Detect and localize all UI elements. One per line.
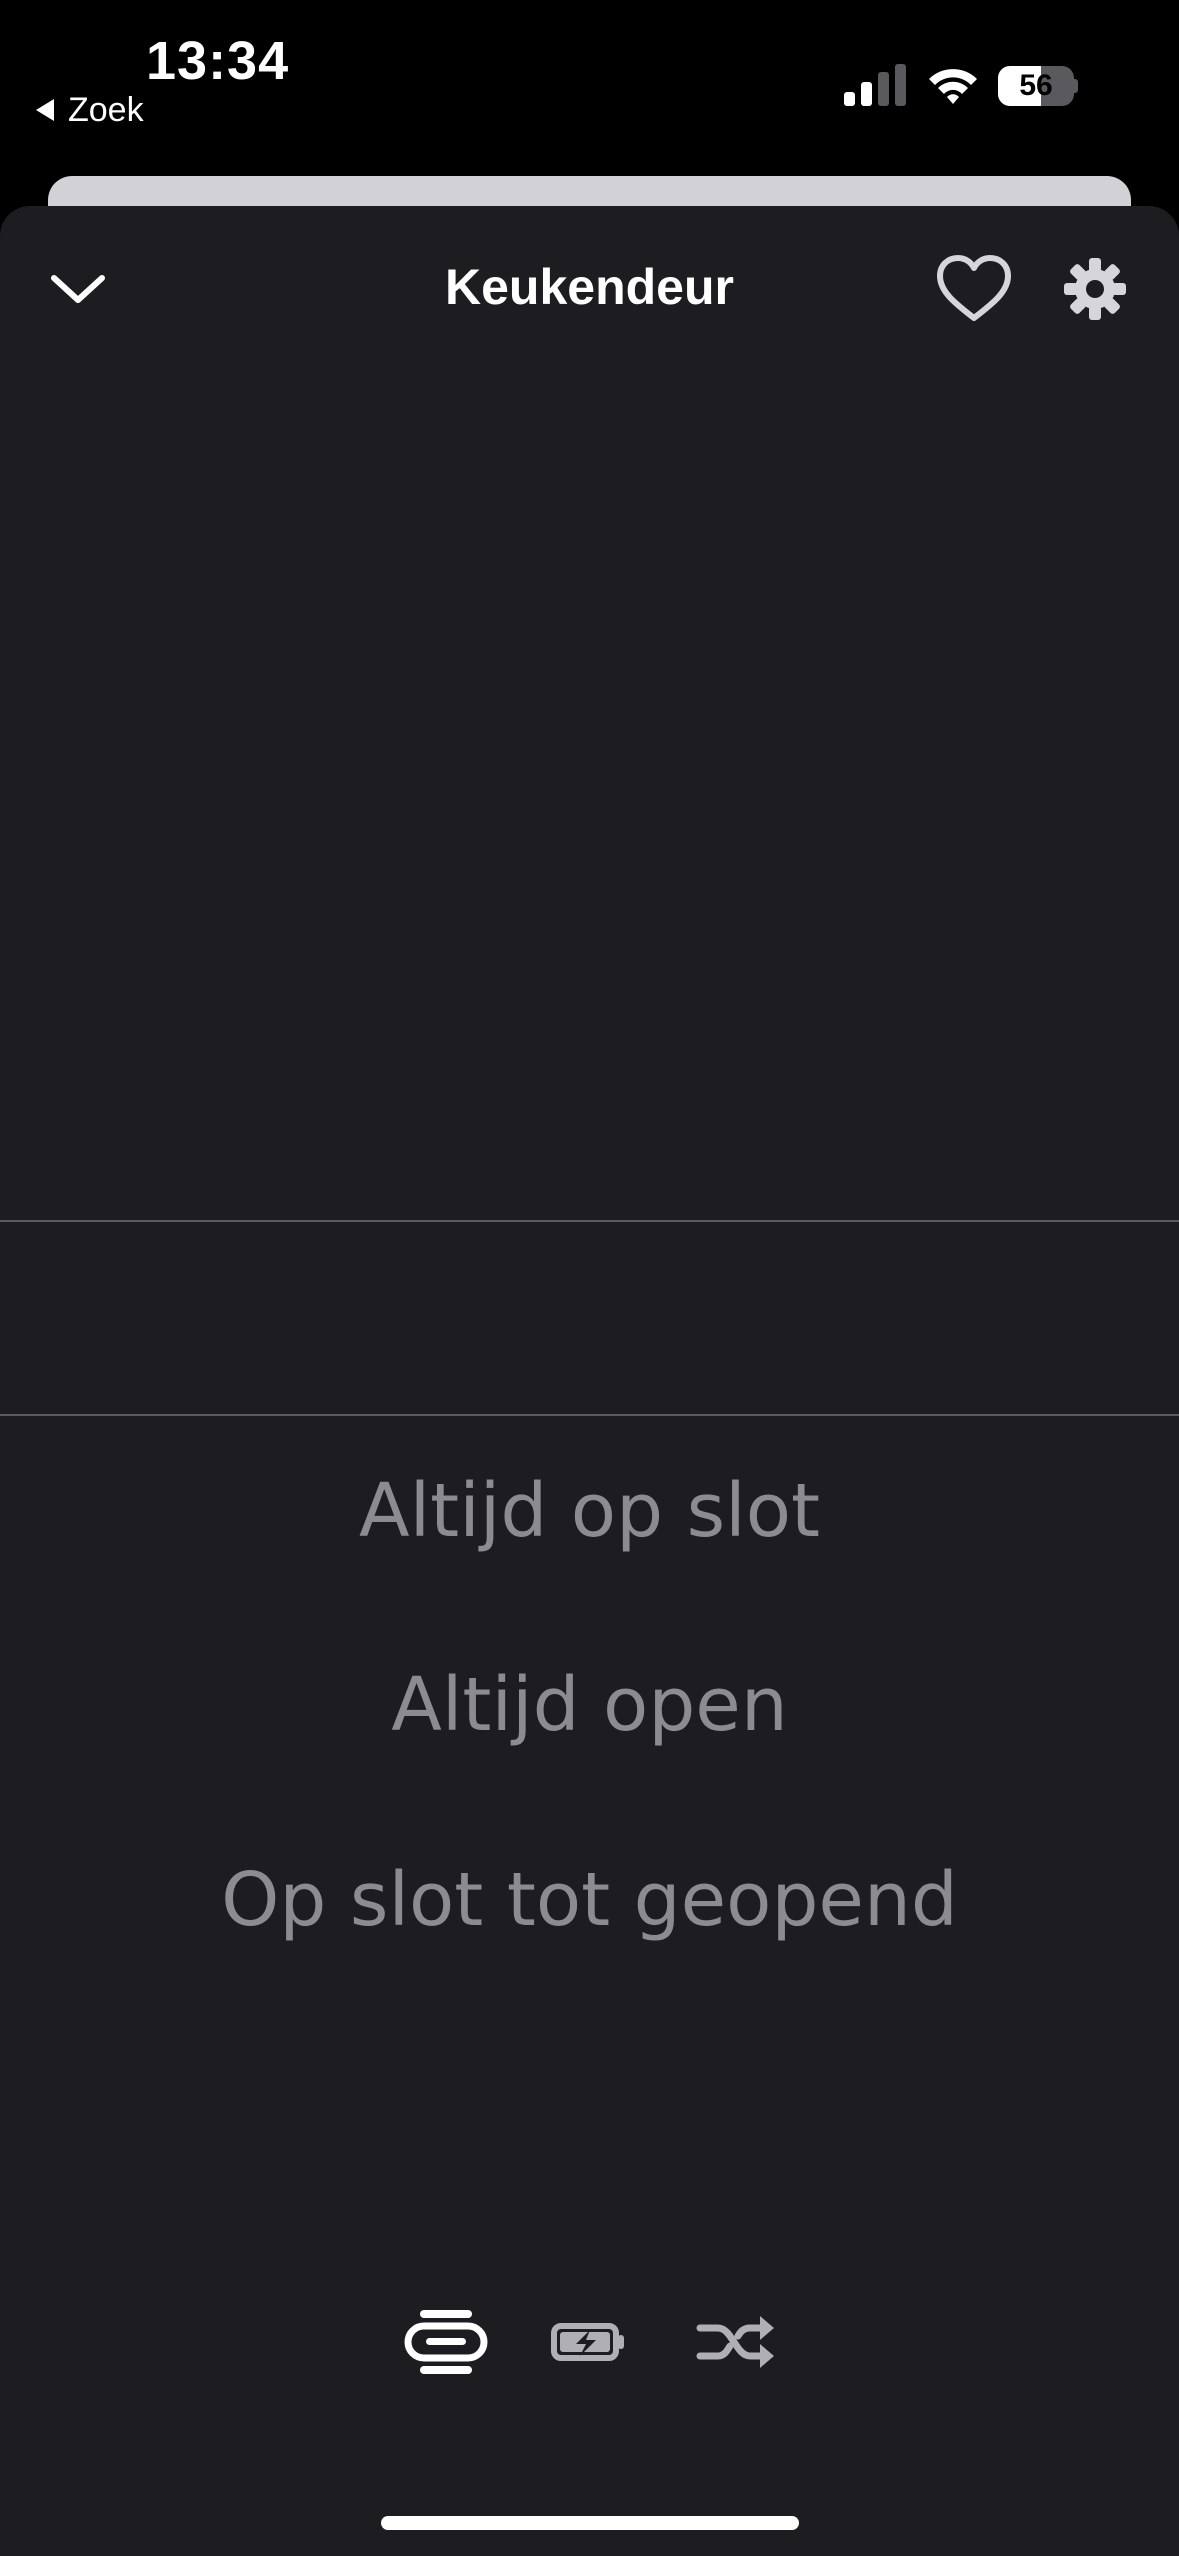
screen: 13:34 Zoek 56 Keukendeur Altijd op slot … bbox=[0, 0, 1179, 2556]
battery-level: 56 bbox=[1019, 69, 1053, 102]
lock-mode-sheet: Keukendeur Altijd op slot Altijd open Op… bbox=[0, 206, 1179, 2556]
back-triangle-icon bbox=[36, 99, 54, 121]
picker-option-locked-until-opened[interactable]: Op slot tot geopend bbox=[0, 1857, 1179, 1943]
picker-selection-bottom-line bbox=[0, 1414, 1179, 1416]
picker-selection-top-line bbox=[0, 1220, 1179, 1222]
picker-option-always-open[interactable]: Altijd open bbox=[0, 1662, 1179, 1748]
lines-icon[interactable] bbox=[404, 2302, 488, 2382]
home-indicator[interactable] bbox=[381, 2516, 799, 2530]
cellular-signal-icon bbox=[844, 64, 906, 106]
gear-icon[interactable] bbox=[1064, 258, 1126, 320]
wifi-icon bbox=[929, 69, 977, 104]
battery-body: 56 bbox=[998, 66, 1074, 106]
back-label: Zoek bbox=[68, 90, 144, 129]
heart-icon[interactable] bbox=[936, 254, 1012, 324]
battery-tip bbox=[1074, 79, 1078, 93]
back-to-search-link[interactable]: Zoek bbox=[36, 88, 144, 132]
status-time: 13:34 bbox=[146, 31, 290, 91]
battery-charging-icon[interactable] bbox=[550, 2302, 628, 2382]
shuffle-icon[interactable] bbox=[696, 2302, 776, 2382]
picker-option-always-locked[interactable]: Altijd op slot bbox=[0, 1468, 1179, 1554]
battery-indicator: 56 bbox=[998, 66, 1078, 106]
